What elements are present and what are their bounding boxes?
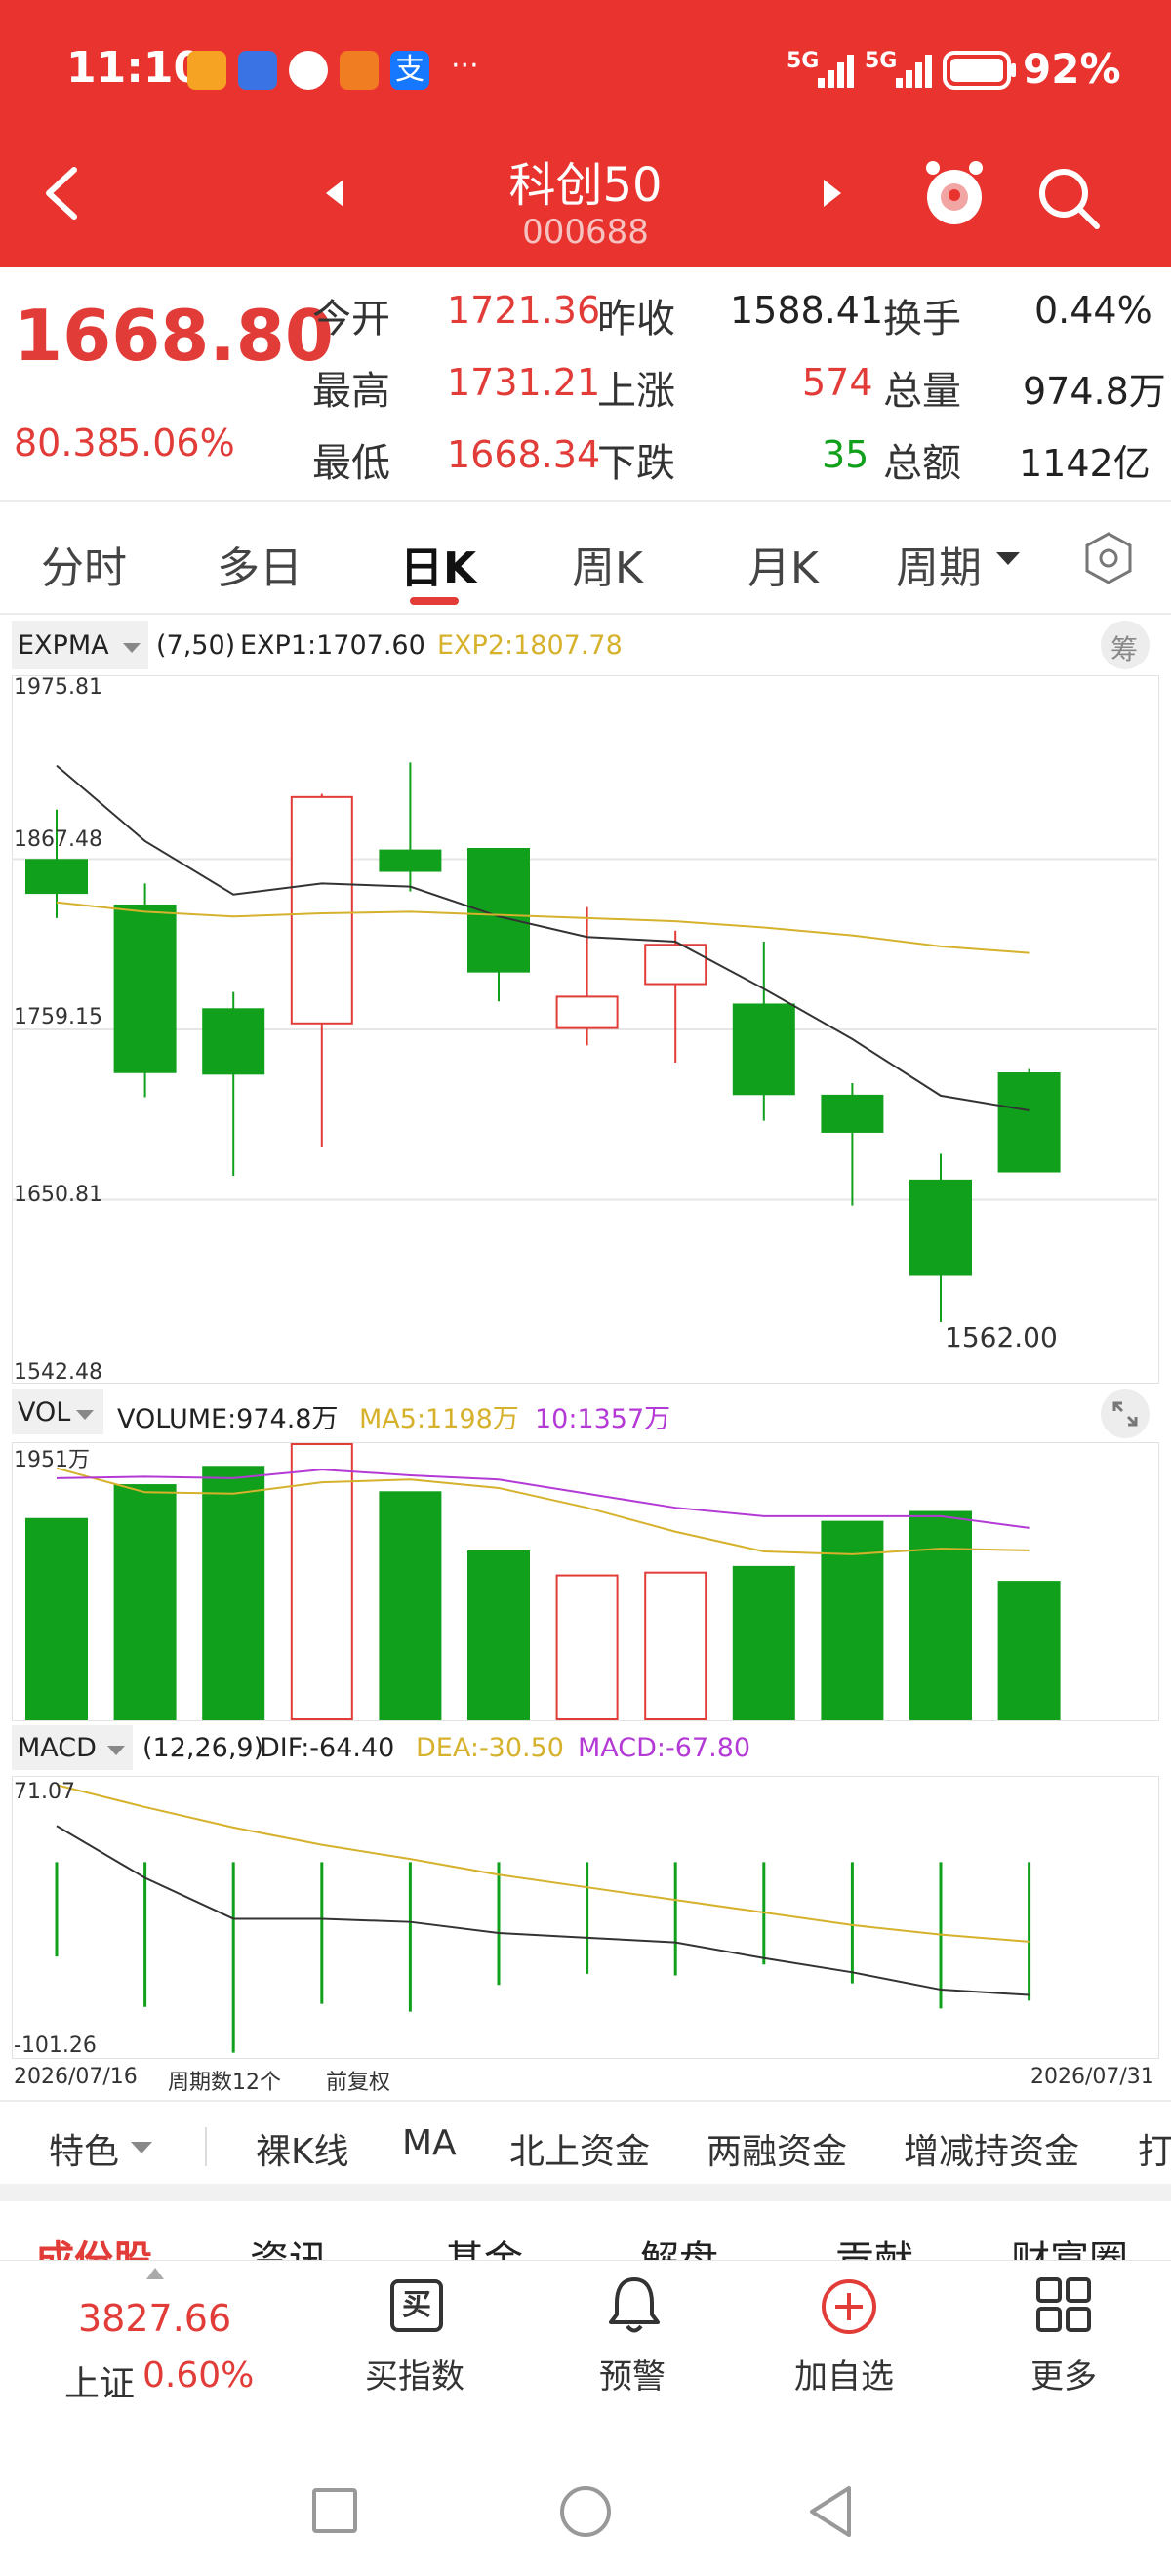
volume-axis-top: 1951万 — [14, 1448, 90, 1472]
macd-chart-frame — [12, 1776, 1159, 2059]
candle-body — [909, 1179, 972, 1276]
section-tab-constituents[interactable]: 成份股 — [35, 2229, 152, 2260]
candle-body — [202, 1008, 265, 1075]
feature-margin[interactable]: 两融资金 — [707, 2123, 847, 2174]
chevron-down-icon[interactable] — [74, 1407, 96, 1423]
index-name[interactable]: 上证 — [64, 2355, 135, 2406]
candle-body — [997, 1071, 1061, 1173]
expand-icon[interactable] — [1109, 1397, 1142, 1430]
y-axis-tick: 1975.81 — [14, 675, 102, 700]
more-button[interactable]: 更多 — [1030, 2350, 1097, 2397]
section-tab-strip: 成份股 资讯 基金 解盘 贡献 财富圈 — [0, 2201, 1171, 2260]
grid-more-icon[interactable] — [1034, 2275, 1093, 2334]
feature-holding-change[interactable]: 增减持资金 — [904, 2123, 1079, 2174]
macd-dea-value: DEA:-30.50 — [416, 1733, 564, 1763]
section-tab-analysis[interactable]: 解盘 — [640, 2229, 718, 2260]
volume-indicator-value: VOLUME:974.8万 — [117, 1404, 339, 1434]
feature-naked-k[interactable]: 裸K线 — [256, 2123, 349, 2174]
alert-button[interactable]: 预警 — [599, 2350, 666, 2397]
back-triangle-icon[interactable] — [806, 2484, 855, 2539]
bell-icon[interactable] — [603, 2274, 666, 2338]
y-axis-tick: 1759.15 — [14, 1005, 102, 1029]
index-change-pct[interactable]: 0.60% — [142, 2355, 254, 2395]
macd-histogram-value: MACD:-67.80 — [578, 1733, 751, 1763]
candle-body — [113, 904, 177, 1073]
index-value[interactable]: 3827.66 — [78, 2297, 231, 2340]
candle-body — [25, 859, 88, 895]
feature-ma[interactable]: MA — [402, 2123, 457, 2163]
y-axis-tick: 1650.81 — [14, 1183, 102, 1207]
period-count: 周期数12个 — [168, 2071, 281, 2095]
candle-body — [290, 795, 353, 1025]
caret-up-icon — [146, 2268, 164, 2279]
vol-indicator-label[interactable]: VOL — [18, 1397, 70, 1428]
home-icon[interactable] — [560, 2486, 611, 2537]
candle-body — [644, 944, 707, 986]
chevron-down-icon[interactable] — [105, 1743, 127, 1758]
divider — [205, 2127, 207, 2166]
buy-icon[interactable]: 买 — [390, 2279, 443, 2332]
recent-apps-icon[interactable] — [312, 2488, 357, 2533]
macd-axis-top: 71.07 — [14, 1780, 75, 1804]
section-gap — [0, 2184, 1171, 2201]
macd-axis-bottom: -101.26 — [14, 2033, 97, 2058]
volume-chart-frame — [12, 1442, 1159, 1721]
section-tab-news[interactable]: 资讯 — [250, 2229, 328, 2260]
y-axis-tick: 1867.48 — [14, 827, 102, 852]
low-price-marker: 1562.00 — [945, 1321, 1058, 1353]
candle-body — [732, 1003, 795, 1096]
feature-special[interactable]: 特色 — [49, 2123, 119, 2174]
section-tab-community[interactable]: 财富圈 — [1011, 2229, 1128, 2260]
y-axis-tick: 1542.48 — [14, 1360, 102, 1385]
add-circle-icon[interactable] — [818, 2275, 880, 2338]
section-tab-contribution[interactable]: 贡献 — [835, 2229, 913, 2260]
macd-params: (12,26,9) — [142, 1733, 264, 1763]
candle-body — [555, 995, 619, 1029]
feature-northbound[interactable]: 北上资金 — [509, 2123, 650, 2174]
macd-indicator-label[interactable]: MACD — [18, 1733, 97, 1763]
start-date: 2026/07/16 — [14, 2065, 138, 2089]
feature-truncated[interactable]: 打 — [1138, 2123, 1171, 2174]
adjust-mode: 前复权 — [326, 2071, 391, 2095]
bottom-action-bar — [0, 2260, 1171, 2444]
macd-dif-value: DIF:-64.40 — [260, 1733, 395, 1763]
vol-ma10-value: 10:1357万 — [535, 1404, 671, 1434]
section-tab-funds[interactable]: 基金 — [445, 2229, 523, 2260]
candle-body — [379, 849, 442, 872]
chevron-down-icon[interactable] — [129, 2139, 154, 2156]
vol-ma5-value: MA5:1198万 — [359, 1404, 519, 1434]
candle-body — [821, 1094, 884, 1133]
add-watchlist-button[interactable]: 加自选 — [794, 2350, 894, 2397]
end-date: 2026/07/31 — [1030, 2065, 1154, 2089]
buy-index-button[interactable]: 买指数 — [365, 2350, 464, 2397]
divider — [0, 2100, 1171, 2102]
